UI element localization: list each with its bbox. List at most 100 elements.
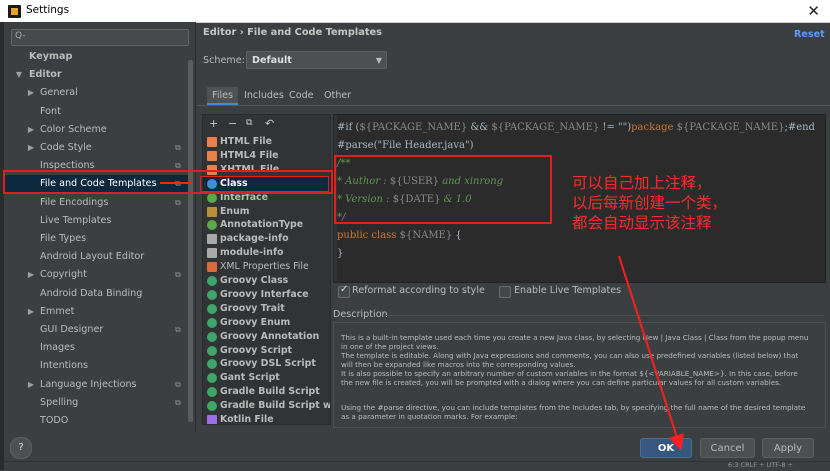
sidebar-item-language-injections[interactable]: ▶ Language Injections ⧉ xyxy=(4,376,190,393)
tab-other[interactable]: Other xyxy=(319,87,356,105)
sidebar-item-android-layout-editor[interactable]: Android Layout Editor xyxy=(4,248,190,265)
annotation-line: 都会自动显示该注释 xyxy=(572,214,712,232)
sidebar-item-label: Android Layout Editor xyxy=(40,251,145,263)
reformat-label: Reformat according to style xyxy=(352,285,485,296)
template-item[interactable]: Groovy Script xyxy=(203,344,330,358)
tab-code[interactable]: Code xyxy=(284,87,319,105)
sidebar-item-general[interactable]: ▶ General xyxy=(4,84,190,101)
code-token: ${PACKAGE_NAME} xyxy=(359,122,468,133)
remove-template-icon[interactable]: − xyxy=(228,117,237,130)
search-icon: Q- xyxy=(15,31,26,41)
sidebar-item-copyright[interactable]: ▶ Copyright ⧉ xyxy=(4,266,190,283)
java-file-icon xyxy=(207,234,217,245)
code-token: #if ( xyxy=(337,122,360,133)
template-item[interactable]: Groovy Annotation xyxy=(203,330,330,344)
sidebar-item-android-data-binding[interactable]: Android Data Binding xyxy=(4,285,190,302)
code-token: ) xyxy=(469,140,474,151)
title-bar: Settings ✕ xyxy=(0,0,830,23)
sidebar-item-todo[interactable]: TODO xyxy=(4,412,190,429)
live-templates-checkbox[interactable] xyxy=(499,286,511,298)
divider xyxy=(386,315,824,316)
sidebar-item-label: TODO xyxy=(40,415,69,426)
window-title: Settings xyxy=(26,4,70,16)
sidebar-scrollbar[interactable] xyxy=(188,60,193,422)
breadcrumb: Editor › File and Code Templates xyxy=(203,27,383,38)
sidebar-item-live-templates[interactable]: Live Templates xyxy=(4,212,190,229)
template-item[interactable]: package-info xyxy=(203,232,330,246)
sidebar-item-label: Editor xyxy=(29,69,62,81)
template-item[interactable]: Enum xyxy=(203,205,330,219)
sidebar-item-code-style[interactable]: ▶ Code Style ⧉ xyxy=(4,139,190,156)
reset-link[interactable]: Reset xyxy=(794,29,825,40)
template-item-label: Groovy Annotation xyxy=(220,330,320,342)
template-item[interactable]: Groovy Interface xyxy=(203,288,330,302)
cancel-button[interactable]: Cancel xyxy=(700,438,755,458)
template-item-label: Gradle Build Script with wrapper xyxy=(220,400,331,412)
tab-files[interactable]: Files xyxy=(207,87,239,105)
template-tabs: Files Includes Code Other xyxy=(197,87,830,106)
template-item[interactable]: Groovy DSL Script xyxy=(203,357,330,371)
sidebar-item-spelling[interactable]: Spelling ⧉ xyxy=(4,394,190,411)
settings-search-input[interactable]: Q- xyxy=(11,29,189,46)
xml-file-icon xyxy=(207,262,217,273)
sidebar-item-intentions[interactable]: Intentions xyxy=(4,357,190,374)
template-item[interactable]: Gant Script xyxy=(203,371,330,385)
annotation-box-class xyxy=(200,176,329,192)
template-item[interactable]: Groovy Trait xyxy=(203,302,330,316)
template-item-label: Groovy Class xyxy=(220,275,289,286)
template-item[interactable]: module-info xyxy=(203,246,330,260)
template-item[interactable]: XML Properties File xyxy=(203,260,330,274)
reformat-checkbox[interactable] xyxy=(338,284,350,298)
groovy-icon xyxy=(207,276,217,286)
sidebar-item-label: Font xyxy=(40,105,61,117)
sidebar-item-file-encodings[interactable]: File Encodings ⧉ xyxy=(4,194,190,211)
tab-includes[interactable]: Includes xyxy=(239,87,289,105)
project-scope-icon: ⧉ xyxy=(175,325,181,334)
template-item[interactable]: Gradle Build Script with wrapper xyxy=(203,399,330,413)
chevron-down-icon[interactable]: ▼ xyxy=(15,66,23,83)
chevron-right-icon[interactable]: ▶ xyxy=(27,376,35,393)
add-template-icon[interactable]: + xyxy=(209,117,218,130)
sidebar-item-gui-designer[interactable]: GUI Designer ⧉ xyxy=(4,321,190,338)
template-item[interactable]: HTML4 File xyxy=(203,149,330,163)
sidebar-item-emmet[interactable]: ▶ Emmet xyxy=(4,303,190,320)
groovy-icon xyxy=(207,331,217,342)
chevron-right-icon[interactable]: ▶ xyxy=(27,303,35,320)
template-list[interactable]: + − ⧉ ↶ HTML File HTML4 File XHTML File Cla… xyxy=(202,114,331,425)
sidebar-item-label: Live Templates xyxy=(40,214,112,226)
template-item-label: AnnotationType xyxy=(220,219,304,231)
html-file-icon xyxy=(207,137,217,147)
chevron-right-icon[interactable]: ▶ xyxy=(27,121,35,138)
template-item-label: Enum xyxy=(220,205,250,217)
copy-template-icon[interactable]: ⧉ xyxy=(246,118,252,128)
chevron-right-icon[interactable]: ▶ xyxy=(27,84,35,101)
ok-button[interactable]: OK xyxy=(640,438,692,458)
code-token: #parse( xyxy=(337,140,378,151)
description-paragraph: The template is editable. Along with Jav… xyxy=(341,351,799,369)
chevron-right-icon[interactable]: ▶ xyxy=(27,139,35,156)
template-item[interactable]: Groovy Enum xyxy=(203,316,330,330)
close-icon[interactable]: ✕ xyxy=(807,2,820,20)
template-item-label: Groovy DSL Script xyxy=(220,358,316,370)
sidebar-item-images[interactable]: Images xyxy=(4,339,190,356)
apply-button[interactable]: Apply xyxy=(762,438,814,458)
template-item[interactable]: HTML File xyxy=(203,135,330,149)
groovy-icon xyxy=(207,303,217,314)
template-item[interactable]: Gradle Build Script xyxy=(203,385,330,399)
chevron-right-icon[interactable]: ▶ xyxy=(27,266,35,283)
sidebar-item-file-types[interactable]: File Types xyxy=(4,230,190,247)
template-item[interactable]: Groovy Class xyxy=(203,274,330,288)
sidebar-item-editor[interactable]: ▼ Editor xyxy=(4,66,190,83)
help-button[interactable]: ? xyxy=(10,437,32,459)
sidebar-item-font[interactable]: Font xyxy=(4,103,190,120)
sidebar-item-label: Android Data Binding xyxy=(40,287,143,299)
project-scope-icon: ⧉ xyxy=(175,379,181,389)
sidebar-item-color-scheme[interactable]: ▶ Color Scheme xyxy=(4,121,190,138)
sidebar-item-keymap[interactable]: Keymap xyxy=(4,48,190,65)
template-item[interactable]: AnnotationType xyxy=(203,218,330,232)
scheme-dropdown[interactable]: Default ▼ xyxy=(246,51,387,69)
template-item[interactable]: Kotlin File xyxy=(203,413,330,424)
reset-template-icon[interactable]: ↶ xyxy=(265,117,274,130)
scheme-label: Scheme: xyxy=(203,55,245,66)
code-token: public class xyxy=(337,230,400,241)
